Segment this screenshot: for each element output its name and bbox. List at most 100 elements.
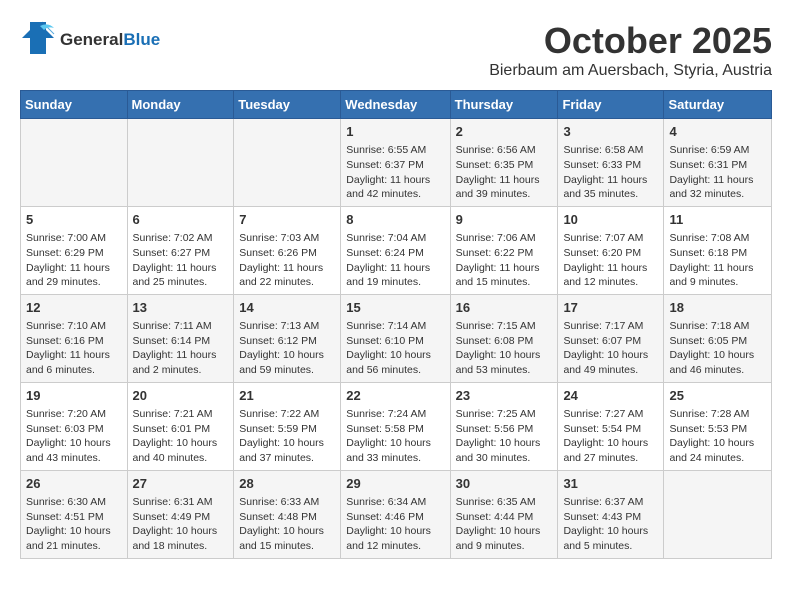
day-info: Sunrise: 7:20 AMSunset: 6:03 PMDaylight:… bbox=[26, 407, 122, 466]
day-number: 30 bbox=[456, 475, 553, 493]
day-info: Sunrise: 7:10 AMSunset: 6:16 PMDaylight:… bbox=[26, 319, 122, 378]
day-number: 7 bbox=[239, 211, 335, 229]
table-row: 27 Sunrise: 6:31 AMSunset: 4:49 PMDayligh… bbox=[127, 470, 234, 558]
day-info: Sunrise: 7:28 AMSunset: 5:53 PMDaylight:… bbox=[669, 407, 766, 466]
page-header: GeneralBlue October 2025 Bierbaum am Aue… bbox=[20, 20, 772, 80]
day-info: Sunrise: 6:30 AMSunset: 4:51 PMDaylight:… bbox=[26, 495, 122, 554]
table-row: 2Sunrise: 6:56 AMSunset: 6:35 PMDaylight… bbox=[450, 119, 558, 207]
calendar-week-row: 12Sunrise: 7:10 AMSunset: 6:16 PMDayligh… bbox=[21, 294, 772, 382]
calendar-header: Sunday Monday Tuesday Wednesday Thursday… bbox=[21, 91, 772, 119]
table-row: 8Sunrise: 7:04 AMSunset: 6:24 PMDaylight… bbox=[341, 206, 450, 294]
header-friday: Friday bbox=[558, 91, 664, 119]
day-number: 3 bbox=[563, 123, 658, 141]
day-info: Sunrise: 7:24 AMSunset: 5:58 PMDaylight:… bbox=[346, 407, 444, 466]
day-info: Sunrise: 7:14 AMSunset: 6:10 PMDaylight:… bbox=[346, 319, 444, 378]
day-number: 5 bbox=[26, 211, 122, 229]
calendar-table: Sunday Monday Tuesday Wednesday Thursday… bbox=[20, 90, 772, 559]
table-row: 1 Sunrise: 6:55 AMSunset: 6:37 PMDaylight… bbox=[341, 119, 450, 207]
day-number: 31 bbox=[563, 475, 658, 493]
table-row bbox=[127, 119, 234, 207]
day-number: 21 bbox=[239, 387, 335, 405]
day-number: 15 bbox=[346, 299, 444, 317]
day-number: 25 bbox=[669, 387, 766, 405]
day-number: 18 bbox=[669, 299, 766, 317]
month-title: October 2025 bbox=[489, 20, 772, 62]
calendar-body: 1 Sunrise: 6:55 AMSunset: 6:37 PMDaylight… bbox=[21, 119, 772, 559]
title-block: October 2025 Bierbaum am Auersbach, Styr… bbox=[489, 20, 772, 80]
header-monday: Monday bbox=[127, 91, 234, 119]
day-info: Sunrise: 6:37 AMSunset: 4:43 PMDaylight:… bbox=[563, 495, 658, 554]
table-row: 23 Sunrise: 7:25 AMSunset: 5:56 PMDayligh… bbox=[450, 382, 558, 470]
table-row: 6 Sunrise: 7:02 AMSunset: 6:27 PMDaylight… bbox=[127, 206, 234, 294]
header-saturday: Saturday bbox=[664, 91, 772, 119]
table-row: 12Sunrise: 7:10 AMSunset: 6:16 PMDayligh… bbox=[21, 294, 128, 382]
day-number: 1 bbox=[346, 123, 444, 141]
table-row: 17 Sunrise: 7:17 AMSunset: 6:07 PMDayligh… bbox=[558, 294, 664, 382]
header-sunday: Sunday bbox=[21, 91, 128, 119]
table-row: 7Sunrise: 7:03 AMSunset: 6:26 PMDaylight… bbox=[234, 206, 341, 294]
calendar-week-row: 26 Sunrise: 6:30 AMSunset: 4:51 PMDayligh… bbox=[21, 470, 772, 558]
table-row bbox=[664, 470, 772, 558]
day-number: 11 bbox=[669, 211, 766, 229]
logo: GeneralBlue bbox=[20, 20, 160, 61]
table-row: 26 Sunrise: 6:30 AMSunset: 4:51 PMDayligh… bbox=[21, 470, 128, 558]
logo-general: General bbox=[60, 30, 123, 49]
table-row: 20 Sunrise: 7:21 AMSunset: 6:01 PMDayligh… bbox=[127, 382, 234, 470]
day-info: Sunrise: 7:13 AMSunset: 6:12 PMDaylight:… bbox=[239, 319, 335, 378]
day-info: Sunrise: 6:33 AMSunset: 4:48 PMDaylight:… bbox=[239, 495, 335, 554]
day-info: Sunrise: 7:18 AMSunset: 6:05 PMDaylight:… bbox=[669, 319, 766, 378]
table-row: 9Sunrise: 7:06 AMSunset: 6:22 PMDaylight… bbox=[450, 206, 558, 294]
day-number: 27 bbox=[133, 475, 229, 493]
header-wednesday: Wednesday bbox=[341, 91, 450, 119]
location-title: Bierbaum am Auersbach, Styria, Austria bbox=[489, 62, 772, 80]
table-row: 31 Sunrise: 6:37 AMSunset: 4:43 PMDayligh… bbox=[558, 470, 664, 558]
day-number: 17 bbox=[563, 299, 658, 317]
day-number: 29 bbox=[346, 475, 444, 493]
table-row: 18 Sunrise: 7:18 AMSunset: 6:05 PMDayligh… bbox=[664, 294, 772, 382]
day-number: 28 bbox=[239, 475, 335, 493]
day-number: 6 bbox=[133, 211, 229, 229]
table-row: 25 Sunrise: 7:28 AMSunset: 5:53 PMDayligh… bbox=[664, 382, 772, 470]
day-info: Sunrise: 7:25 AMSunset: 5:56 PMDaylight:… bbox=[456, 407, 553, 466]
day-info: Sunrise: 7:15 AMSunset: 6:08 PMDaylight:… bbox=[456, 319, 553, 378]
table-row: 24Sunrise: 7:27 AMSunset: 5:54 PMDayligh… bbox=[558, 382, 664, 470]
day-info: Sunrise: 6:35 AMSunset: 4:44 PMDaylight:… bbox=[456, 495, 553, 554]
day-info: Sunrise: 7:22 AMSunset: 5:59 PMDaylight:… bbox=[239, 407, 335, 466]
day-number: 16 bbox=[456, 299, 553, 317]
table-row: 4 Sunrise: 6:59 AMSunset: 6:31 PMDaylight… bbox=[664, 119, 772, 207]
logo-text: GeneralBlue bbox=[60, 31, 160, 50]
day-number: 4 bbox=[669, 123, 766, 141]
day-number: 26 bbox=[26, 475, 122, 493]
table-row: 22 Sunrise: 7:24 AMSunset: 5:58 PMDayligh… bbox=[341, 382, 450, 470]
header-tuesday: Tuesday bbox=[234, 91, 341, 119]
table-row: 28 Sunrise: 6:33 AMSunset: 4:48 PMDayligh… bbox=[234, 470, 341, 558]
table-row: 10Sunrise: 7:07 AMSunset: 6:20 PMDayligh… bbox=[558, 206, 664, 294]
calendar-week-row: 19 Sunrise: 7:20 AMSunset: 6:03 PMDayligh… bbox=[21, 382, 772, 470]
day-info: Sunrise: 7:17 AMSunset: 6:07 PMDaylight:… bbox=[563, 319, 658, 378]
table-row: 21 Sunrise: 7:22 AMSunset: 5:59 PMDayligh… bbox=[234, 382, 341, 470]
table-row bbox=[234, 119, 341, 207]
day-info: Sunrise: 6:58 AMSunset: 6:33 PMDaylight:… bbox=[563, 143, 658, 202]
day-info: Sunrise: 6:55 AMSunset: 6:37 PMDaylight:… bbox=[346, 143, 444, 202]
day-info: Sunrise: 7:21 AMSunset: 6:01 PMDaylight:… bbox=[133, 407, 229, 466]
day-info: Sunrise: 7:08 AMSunset: 6:18 PMDaylight:… bbox=[669, 231, 766, 290]
day-number: 24 bbox=[563, 387, 658, 405]
day-number: 14 bbox=[239, 299, 335, 317]
day-number: 19 bbox=[26, 387, 122, 405]
day-info: Sunrise: 7:06 AMSunset: 6:22 PMDaylight:… bbox=[456, 231, 553, 290]
table-row bbox=[21, 119, 128, 207]
day-info: Sunrise: 7:04 AMSunset: 6:24 PMDaylight:… bbox=[346, 231, 444, 290]
day-info: Sunrise: 6:59 AMSunset: 6:31 PMDaylight:… bbox=[669, 143, 766, 202]
day-info: Sunrise: 6:34 AMSunset: 4:46 PMDaylight:… bbox=[346, 495, 444, 554]
table-row: 5Sunrise: 7:00 AMSunset: 6:29 PMDaylight… bbox=[21, 206, 128, 294]
table-row: 13Sunrise: 7:11 AMSunset: 6:14 PMDayligh… bbox=[127, 294, 234, 382]
calendar-week-row: 1 Sunrise: 6:55 AMSunset: 6:37 PMDaylight… bbox=[21, 119, 772, 207]
day-info: Sunrise: 6:31 AMSunset: 4:49 PMDaylight:… bbox=[133, 495, 229, 554]
logo-icon bbox=[20, 20, 56, 61]
day-number: 23 bbox=[456, 387, 553, 405]
header-row: Sunday Monday Tuesday Wednesday Thursday… bbox=[21, 91, 772, 119]
day-info: Sunrise: 7:02 AMSunset: 6:27 PMDaylight:… bbox=[133, 231, 229, 290]
day-number: 22 bbox=[346, 387, 444, 405]
table-row: 14 Sunrise: 7:13 AMSunset: 6:12 PMDayligh… bbox=[234, 294, 341, 382]
day-number: 20 bbox=[133, 387, 229, 405]
